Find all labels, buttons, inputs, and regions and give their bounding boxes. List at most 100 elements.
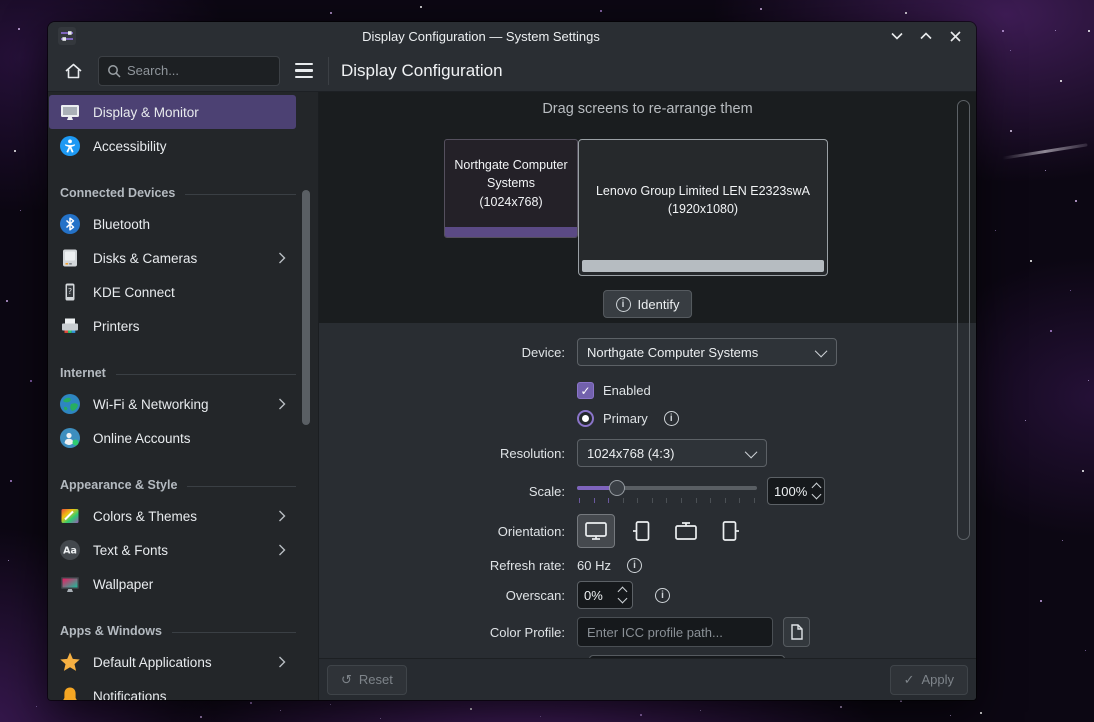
system-settings-window: Display Configuration — System Settings <box>48 22 976 700</box>
monitor-landscape-flipped-icon <box>673 520 699 542</box>
star-icon <box>59 651 81 673</box>
chevron-down-icon <box>891 32 903 40</box>
sidebar-item-accessibility[interactable]: Accessibility <box>49 129 296 163</box>
scale-value: 100% <box>774 484 807 499</box>
primary-info-icon[interactable]: i <box>664 411 679 426</box>
overscan-info-icon[interactable]: i <box>655 588 670 603</box>
color-profile-input[interactable] <box>577 617 773 647</box>
screen-size: (1920x1080) <box>668 202 738 216</box>
next-combobox-clipped[interactable] <box>589 655 785 658</box>
sidebar-item-label: Wallpaper <box>93 577 286 592</box>
svg-text:?: ? <box>68 287 72 296</box>
sidebar-item-printers[interactable]: Printers <box>49 309 296 343</box>
sidebar-item-label: Default Applications <box>93 655 266 670</box>
close-button[interactable] <box>944 25 966 47</box>
sidebar-item-text-fonts[interactable]: Aa Text & Fonts <box>49 533 296 567</box>
browse-file-button[interactable] <box>783 617 810 647</box>
sidebar-item-wallpaper[interactable]: Wallpaper <box>49 567 296 601</box>
sidebar-item-colors-themes[interactable]: Colors & Themes <box>49 499 296 533</box>
search-box[interactable] <box>98 56 280 86</box>
device-combobox[interactable]: Northgate Computer Systems <box>577 338 837 366</box>
enabled-checkbox[interactable]: ✓ <box>577 382 594 399</box>
orientation-portrait-left-button[interactable] <box>622 514 660 548</box>
device-value: Northgate Computer Systems <box>587 345 758 360</box>
orientation-label: Orientation: <box>319 524 577 539</box>
home-button[interactable] <box>56 56 90 86</box>
sidebar-item-online-accounts[interactable]: Online Accounts <box>49 421 296 455</box>
resolution-value: 1024x768 (4:3) <box>587 446 674 461</box>
check-icon: ✓ <box>904 672 915 688</box>
file-open-icon <box>790 624 804 640</box>
orientation-portrait-right-button[interactable] <box>712 514 750 548</box>
primary-label: Primary <box>603 411 648 426</box>
slider-handle[interactable] <box>609 480 625 496</box>
overscan-spinbox[interactable]: 0% <box>577 581 633 609</box>
sidebar-item-wifi-networking[interactable]: Wi-Fi & Networking <box>49 387 296 421</box>
enabled-label: Enabled <box>603 383 651 398</box>
wallpaper-icon <box>59 573 81 595</box>
display-settings-form: Device: Northgate Computer Systems ✓ Ena… <box>319 323 976 658</box>
sidebar-item-kde-connect[interactable]: ? KDE Connect <box>49 275 296 309</box>
info-icon: i <box>616 297 631 312</box>
chevron-down-icon <box>745 445 758 458</box>
sidebar-item-label: Notifications <box>93 689 286 701</box>
reset-button[interactable]: ↺ Reset <box>327 665 407 695</box>
monitor-portrait-left-icon <box>628 520 654 542</box>
sidebar-item-label: Text & Fonts <box>93 543 266 558</box>
monitor-icon <box>59 101 81 123</box>
apply-button[interactable]: ✓ Apply <box>890 665 968 695</box>
chevron-right-icon <box>278 656 286 668</box>
sidebar-item-disks-cameras[interactable]: Disks & Cameras <box>49 241 296 275</box>
scale-spinbox[interactable]: 100% <box>767 477 825 505</box>
titlebar[interactable]: Display Configuration — System Settings <box>48 22 976 50</box>
sidebar-section-appearance-style: Appearance & Style <box>48 455 318 499</box>
screen-bar <box>582 260 824 272</box>
menu-button[interactable] <box>290 56 318 86</box>
sidebar-item-bluetooth[interactable]: Bluetooth <box>49 207 296 241</box>
sidebar-item-label: Display & Monitor <box>93 105 286 120</box>
sidebar-item-display-monitor[interactable]: Display & Monitor <box>49 95 296 129</box>
monitor-portrait-right-icon <box>718 520 744 542</box>
scale-slider[interactable] <box>577 478 757 504</box>
sliders-icon <box>60 29 74 43</box>
app-icon <box>58 27 76 45</box>
orientation-landscape-flipped-button[interactable] <box>667 514 705 548</box>
primary-radio[interactable] <box>577 410 594 427</box>
enabled-row: ✓ Enabled <box>319 382 976 399</box>
minimize-button[interactable] <box>886 25 908 47</box>
sidebar-item-label: KDE Connect <box>93 285 286 300</box>
online-accounts-icon <box>59 427 81 449</box>
spin-arrows[interactable] <box>619 588 626 602</box>
sidebar-section-apps-windows: Apps & Windows <box>48 601 318 645</box>
color-profile-row: Color Profile: <box>319 617 976 647</box>
screen-preview-northgate[interactable]: Northgate Computer Systems (1024x768) <box>444 139 578 238</box>
refresh-rate-info-icon[interactable]: i <box>627 558 642 573</box>
main-scrollbar[interactable] <box>957 100 970 540</box>
chevron-right-icon <box>278 544 286 556</box>
screen-name: Northgate Computer Systems <box>454 158 567 190</box>
identify-button[interactable]: i Identify <box>603 290 693 318</box>
sidebar-item-default-applications[interactable]: Default Applications <box>49 645 296 679</box>
globe-icon <box>59 393 81 415</box>
orientation-landscape-button[interactable] <box>577 514 615 548</box>
fonts-icon: Aa <box>59 539 81 561</box>
scale-row: Scale: 100% <box>319 477 976 505</box>
device-row: Device: Northgate Computer Systems <box>319 338 976 366</box>
sidebar-item-notifications[interactable]: Notifications <box>49 679 296 700</box>
screen-preview-lenovo[interactable]: Lenovo Group Limited LEN E2323swA (1920x… <box>578 139 828 276</box>
overscan-value: 0% <box>584 588 603 603</box>
sidebar-item-label: Disks & Cameras <box>93 251 266 266</box>
orientation-row: Orientation: <box>319 514 976 548</box>
maximize-button[interactable] <box>915 25 937 47</box>
resolution-combobox[interactable]: 1024x768 (4:3) <box>577 439 767 467</box>
screen-size: (1024x768) <box>479 195 542 209</box>
search-input[interactable] <box>127 63 257 78</box>
screen-name: Lenovo Group Limited LEN E2323swA <box>596 184 810 198</box>
chevron-right-icon <box>278 510 286 522</box>
sidebar-item-label: Bluetooth <box>93 217 286 232</box>
refresh-rate-label: Refresh rate: <box>319 558 577 573</box>
spin-arrows[interactable] <box>813 484 820 498</box>
undo-icon: ↺ <box>341 672 352 688</box>
footer-bar: ↺ Reset ✓ Apply <box>319 658 976 700</box>
sidebar-scrollbar[interactable] <box>302 190 310 425</box>
